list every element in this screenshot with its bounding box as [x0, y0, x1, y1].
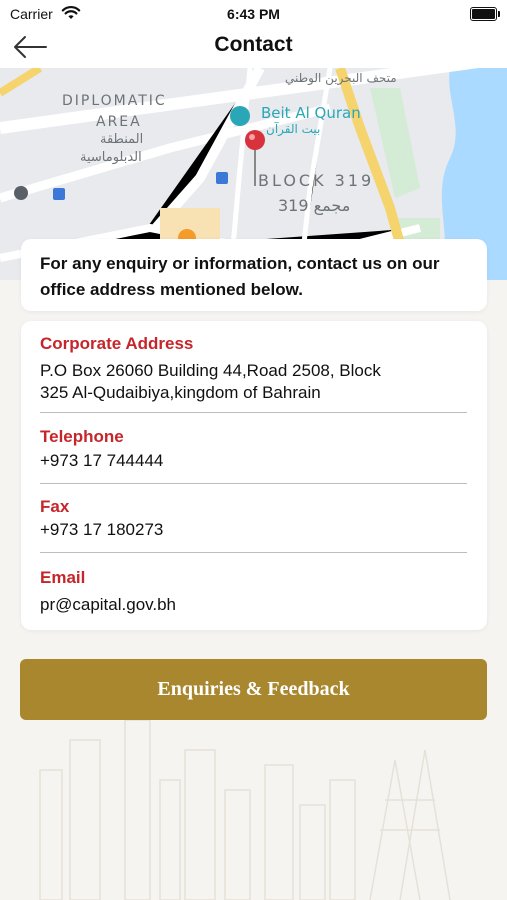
contact-details-card: Corporate Address P.O Box 26060 Building…: [21, 321, 487, 630]
nav-bar: Contact: [0, 28, 507, 68]
telephone-value[interactable]: +973 17 744444: [40, 450, 460, 472]
map-label-beit-al-quran-ar: بيت القرآن: [266, 122, 321, 136]
map-label-beit-al-quran[interactable]: Beit Al Quran: [261, 104, 361, 122]
map-label-area: AREA: [96, 114, 142, 130]
map-label-diplomatic-ar: المنطقة: [100, 132, 144, 147]
enquiry-info-card: For any enquiry or information, contact …: [21, 239, 487, 311]
corporate-address-line-2: 325 Al-Qudaibiya,kingdom of Bahrain: [40, 383, 321, 402]
divider: [40, 483, 467, 484]
email-label: Email: [40, 568, 86, 587]
corporate-address-label: Corporate Address: [40, 334, 194, 353]
enquiries-feedback-button[interactable]: Enquiries & Feedback: [20, 659, 487, 720]
divider: [40, 552, 467, 553]
map-label-diplomatic-ar-2: الدبلوماسية: [80, 150, 142, 165]
clock: 6:43 PM: [227, 6, 280, 22]
skyline-illustration: [39, 720, 451, 900]
fax-value: +973 17 180273: [40, 520, 164, 539]
map-label-block-ar: 319 مجمع: [278, 196, 351, 215]
enquiry-info-text: For any enquiry or information, contact …: [40, 254, 440, 299]
map-label-block: BLOCK 319: [258, 171, 375, 190]
map-label-museum-ar: متحف البحرين الوطني: [285, 71, 397, 85]
corporate-address-line-1: P.O Box 26060 Building 44,Road 2508, Blo…: [40, 361, 381, 380]
status-bar: Carrier 6:43 PM: [0, 0, 507, 28]
map-label-diplomatic: DIPLOMATIC: [62, 93, 167, 109]
divider: [40, 412, 467, 413]
telephone-label: Telephone: [40, 427, 124, 446]
email-value[interactable]: pr@capital.gov.bh: [40, 594, 460, 616]
quran-place-icon[interactable]: [230, 106, 250, 126]
fax-label: Fax: [40, 497, 70, 516]
battery-icon: [470, 7, 500, 21]
page-title: Contact: [214, 33, 293, 56]
